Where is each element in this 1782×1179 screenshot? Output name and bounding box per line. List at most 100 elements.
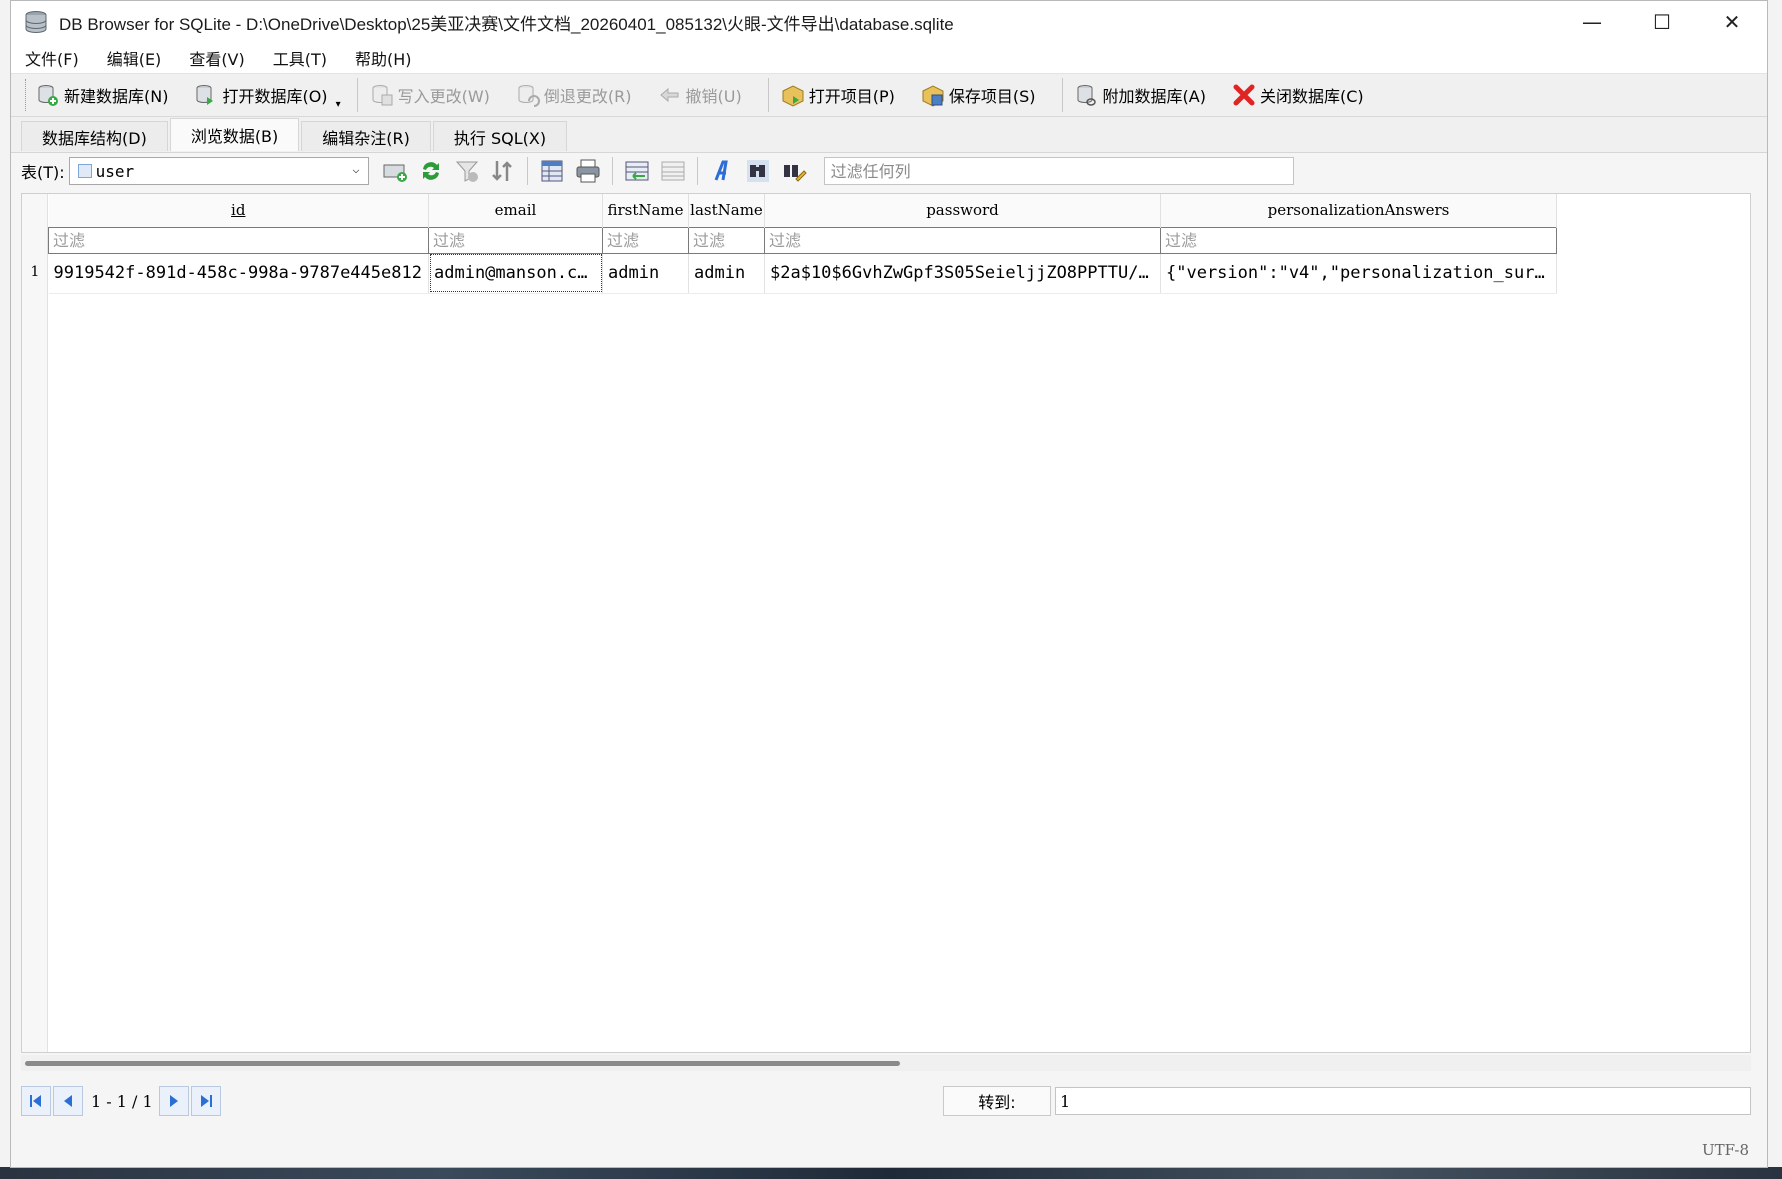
pagination-bar: 1 - 1 / 1 转到: — [21, 1084, 1751, 1118]
table-label: 表(T): — [21, 163, 65, 182]
column-header-email[interactable]: email — [428, 194, 603, 227]
last-page-icon — [200, 1095, 212, 1107]
table-icon — [77, 164, 92, 178]
filter-input-email[interactable] — [429, 228, 602, 252]
cell-email[interactable]: admin@manson.com — [428, 253, 603, 294]
last-page-button[interactable] — [190, 1086, 221, 1116]
new-database-label: 新建数据库(N) — [64, 87, 169, 106]
open-database-icon — [196, 85, 214, 105]
filter-input-id[interactable] — [49, 228, 428, 252]
browse-toolbar: 表(T): user ⌵ — [11, 153, 1767, 189]
next-page-button[interactable] — [158, 1086, 189, 1116]
undo-icon — [659, 87, 679, 103]
menu-edit[interactable]: 编辑(E) — [107, 46, 162, 70]
filter-input-personalizationanswers[interactable] — [1161, 228, 1556, 252]
desktop-background-bottom — [0, 1167, 1782, 1179]
undo-button[interactable]: 撤销(U) — [658, 83, 742, 107]
filter-cell-id — [48, 226, 429, 254]
window-title: DB Browser for SQLite - D:\OneDrive\Desk… — [59, 14, 954, 34]
find-icon[interactable] — [744, 157, 772, 185]
app-window: DB Browser for SQLite - D:\OneDrive\Desk… — [10, 0, 1768, 1168]
revert-changes-button[interactable]: 倒退更改(R) — [516, 83, 632, 107]
clear-filters-icon[interactable] — [453, 157, 481, 185]
cell-id[interactable]: 9919542f-891d-458c-998a-9787e445e812 — [48, 253, 429, 294]
horizontal-scrollbar[interactable] — [21, 1055, 1751, 1071]
text-format-icon[interactable] — [708, 157, 736, 185]
page-range-text: 1 - 1 / 1 — [91, 1091, 153, 1111]
tab-execute-sql[interactable]: 执行 SQL(X) — [432, 121, 568, 151]
toolbar-separator — [526, 157, 528, 185]
toolbar-grip[interactable] — [25, 79, 28, 111]
write-changes-icon — [372, 85, 393, 106]
main-tabs: 数据库结构(D) 浏览数据(B) 编辑杂注(R) 执行 SQL(X) — [11, 117, 1767, 151]
open-database-button[interactable]: 打开数据库(O) — [194, 83, 328, 107]
insert-values-icon[interactable] — [623, 157, 651, 185]
new-database-button[interactable]: 新建数据库(N) — [36, 83, 168, 107]
open-project-button[interactable]: 打开项目(P) — [781, 83, 895, 107]
column-header-personalizationanswers[interactable]: personalizationAnswers — [1160, 194, 1557, 227]
save-table-icon[interactable] — [538, 157, 566, 185]
open-database-dropdown-icon[interactable]: ▾ — [336, 99, 341, 110]
maximize-button[interactable]: ☐ — [1627, 1, 1697, 43]
filter-any-column-input[interactable] — [823, 157, 1294, 185]
toolbar-separator — [356, 78, 358, 112]
browse-data-panel: 表(T): user ⌵ 过滤任何列 1 id email firstName … — [11, 152, 1767, 1167]
column-header-lastname[interactable]: lastName — [688, 194, 765, 227]
close-database-button[interactable]: 关闭数据库(C) — [1232, 83, 1364, 107]
save-project-button[interactable]: 保存项目(S) — [921, 83, 1036, 107]
goto-button[interactable]: 转到: — [943, 1086, 1051, 1116]
revert-changes-icon — [518, 85, 540, 107]
menu-help[interactable]: 帮助(H) — [355, 46, 412, 70]
goto-row-input[interactable] — [1055, 1087, 1751, 1115]
cell-firstname[interactable]: admin — [602, 253, 689, 294]
clear-sorting-icon[interactable] — [489, 157, 517, 185]
close-window-button[interactable]: ✕ — [1697, 1, 1767, 43]
table-row: 9919542f-891d-458c-998a-9787e445e812 adm… — [48, 253, 1557, 294]
new-database-icon — [38, 85, 58, 106]
desktop-background-right — [1768, 0, 1782, 1179]
column-header-password[interactable]: password — [764, 194, 1161, 227]
cell-password[interactable]: $2a$10$6GvhZwGpf3S05SeieljjZO8PPTTU/… — [764, 253, 1161, 294]
menu-file[interactable]: 文件(F) — [25, 46, 79, 70]
toolbar-separator — [611, 157, 613, 185]
save-project-label: 保存项目(S) — [948, 87, 1036, 106]
attach-database-icon — [1077, 85, 1096, 106]
column-header-firstname[interactable]: firstName — [602, 194, 689, 227]
row-number[interactable]: 1 — [22, 252, 48, 292]
first-page-icon — [30, 1095, 41, 1107]
tab-database-structure[interactable]: 数据库结构(D) — [21, 121, 168, 151]
write-changes-label: 写入更改(W) — [397, 87, 490, 106]
revert-changes-label: 倒退更改(R) — [543, 87, 632, 106]
insert-record-icon[interactable] — [381, 157, 409, 185]
previous-page-button[interactable] — [53, 1086, 83, 1116]
delete-record-icon[interactable] — [659, 157, 687, 185]
print-icon[interactable] — [574, 157, 602, 185]
filter-input-firstname[interactable] — [603, 228, 688, 252]
tab-browse-data[interactable]: 浏览数据(B) — [169, 118, 300, 151]
table-select[interactable]: user ⌵ — [68, 157, 369, 185]
first-page-button[interactable] — [21, 1086, 51, 1116]
column-header-id[interactable]: id — [48, 194, 429, 227]
encoding-status: UTF-8 — [1702, 1141, 1749, 1159]
filter-cell-personalizationanswers — [1160, 226, 1557, 254]
filter-input-password[interactable] — [765, 228, 1160, 252]
cell-lastname[interactable]: admin — [688, 253, 765, 294]
title-bar: DB Browser for SQLite - D:\OneDrive\Desk… — [11, 1, 1767, 43]
filter-input-lastname[interactable] — [689, 228, 764, 252]
menu-tools[interactable]: 工具(T) — [273, 46, 327, 70]
filter-cell-firstname — [602, 226, 689, 254]
attach-database-button[interactable]: 附加数据库(A) — [1075, 83, 1206, 107]
toolbar-separator — [1061, 78, 1063, 112]
write-changes-button[interactable]: 写入更改(W) — [370, 83, 490, 107]
close-database-icon — [1233, 84, 1255, 106]
open-project-icon — [782, 85, 804, 107]
row-header-column — [22, 194, 48, 1052]
cell-personalizationanswers[interactable]: {"version":"v4","personalization_sur… — [1160, 253, 1557, 294]
open-database-label: 打开数据库(O) — [222, 87, 328, 106]
minimize-button[interactable]: — — [1557, 1, 1627, 43]
menu-view[interactable]: 查看(V) — [189, 46, 244, 70]
refresh-icon[interactable] — [417, 157, 445, 185]
tab-edit-pragmas[interactable]: 编辑杂注(R) — [301, 121, 431, 151]
find-replace-icon[interactable] — [780, 157, 808, 185]
horizontal-scrollbar-thumb[interactable] — [25, 1061, 900, 1066]
